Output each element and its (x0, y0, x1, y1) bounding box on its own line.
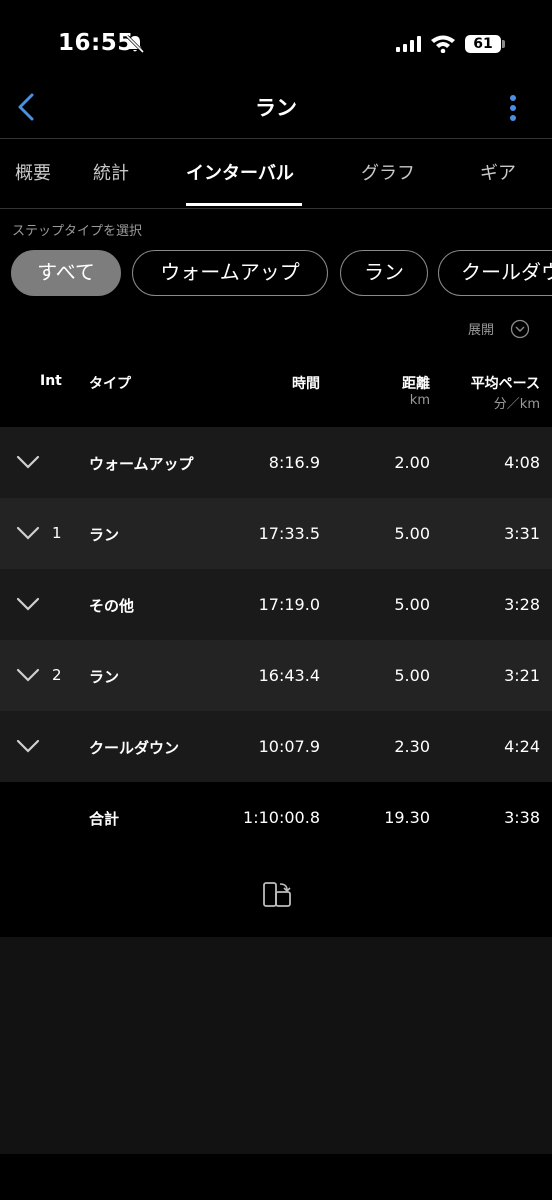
row-pace: 4:08 (504, 453, 540, 472)
expand-chevron-icon[interactable] (510, 319, 530, 343)
table-row[interactable]: ウォームアップ 8:16.9 2.00 4:08 (0, 427, 552, 498)
tab-bar: 概要 統計 インターバル グラフ ギア (0, 139, 552, 209)
wifi-icon (430, 34, 456, 57)
step-type-chips: すべて ウォームアップ ラン クールダウン (0, 248, 552, 300)
row-int: 2 (52, 666, 62, 684)
row-distance: 2.30 (394, 737, 430, 756)
row-time: 16:43.4 (258, 666, 320, 685)
row-int: 1 (52, 524, 62, 542)
active-tab-indicator (186, 203, 302, 206)
bottom-bar (0, 1154, 552, 1200)
row-expand-chevron-icon[interactable] (16, 667, 40, 687)
intervals-table-header: Int タイプ 時間 距離 km 平均ペース 分／km (0, 355, 552, 427)
cellular-signal-icon (396, 36, 422, 56)
row-expand-chevron-icon[interactable] (16, 738, 40, 758)
tab-graph[interactable]: グラフ (361, 159, 415, 185)
table-row[interactable]: 2 ラン 16:43.4 5.00 3:21 (0, 640, 552, 711)
battery-tip (502, 40, 505, 48)
page-title: ラン (255, 96, 297, 120)
status-time: 16:55 (58, 30, 134, 56)
total-pace: 3:38 (504, 808, 540, 827)
row-type: ラン (89, 668, 120, 686)
table-row[interactable]: クールダウン 10:07.9 2.30 4:24 (0, 711, 552, 782)
tab-statistics[interactable]: 統計 (93, 159, 129, 185)
header-pace-unit: 分／km (493, 397, 540, 412)
row-distance: 5.00 (394, 666, 430, 685)
row-pace: 3:21 (504, 666, 540, 685)
header-type: タイプ (89, 376, 131, 392)
row-type: ラン (89, 526, 120, 544)
bell-muted-icon (125, 34, 145, 58)
navigation-bar: ラン (0, 80, 552, 139)
header-int: Int (40, 373, 62, 389)
row-expand-chevron-icon[interactable] (16, 454, 40, 474)
row-pace: 4:24 (504, 737, 540, 756)
row-type: ウォームアップ (89, 455, 194, 473)
total-distance: 19.30 (384, 808, 430, 827)
row-expand-chevron-icon[interactable] (16, 596, 40, 616)
empty-content-area (0, 937, 552, 1154)
chip-cooldown[interactable]: クールダウン (438, 250, 552, 296)
total-label: 合計 (89, 810, 120, 828)
header-pace: 平均ペース (470, 376, 540, 392)
header-time: 時間 (292, 376, 320, 392)
tab-overview[interactable]: 概要 (15, 159, 51, 185)
rotate-device-icon[interactable] (262, 880, 292, 914)
header-distance-unit: km (409, 393, 430, 408)
expand-button[interactable]: 展開 (468, 319, 494, 338)
row-distance: 2.00 (394, 453, 430, 472)
row-pace: 3:28 (504, 595, 540, 614)
row-pace: 3:31 (504, 524, 540, 543)
chip-run[interactable]: ラン (340, 250, 428, 296)
tab-intervals[interactable]: インターバル (186, 159, 294, 185)
row-time: 8:16.9 (268, 453, 320, 472)
header-distance: 距離 (402, 376, 430, 392)
table-row[interactable]: 1 ラン 17:33.5 5.00 3:31 (0, 498, 552, 569)
row-time: 10:07.9 (258, 737, 320, 756)
total-time: 1:10:00.8 (243, 808, 320, 827)
row-type: その他 (89, 597, 135, 615)
more-vertical-icon[interactable] (500, 92, 526, 126)
status-bar: 16:55 61 (0, 0, 552, 90)
chip-warmup[interactable]: ウォームアップ (132, 250, 328, 296)
row-time: 17:33.5 (258, 524, 320, 543)
tab-gear[interactable]: ギア (480, 159, 516, 185)
row-distance: 5.00 (394, 595, 430, 614)
row-time: 17:19.0 (258, 595, 320, 614)
row-distance: 5.00 (394, 524, 430, 543)
total-row: 合計 1:10:00.8 19.30 3:38 (0, 782, 552, 853)
table-row[interactable]: その他 17:19.0 5.00 3:28 (0, 569, 552, 640)
row-expand-chevron-icon[interactable] (16, 525, 40, 545)
chip-all[interactable]: すべて (11, 250, 121, 296)
battery-indicator: 61 (465, 35, 501, 53)
step-type-label: ステップタイプを選択 (12, 224, 143, 239)
row-type: クールダウン (89, 739, 180, 757)
